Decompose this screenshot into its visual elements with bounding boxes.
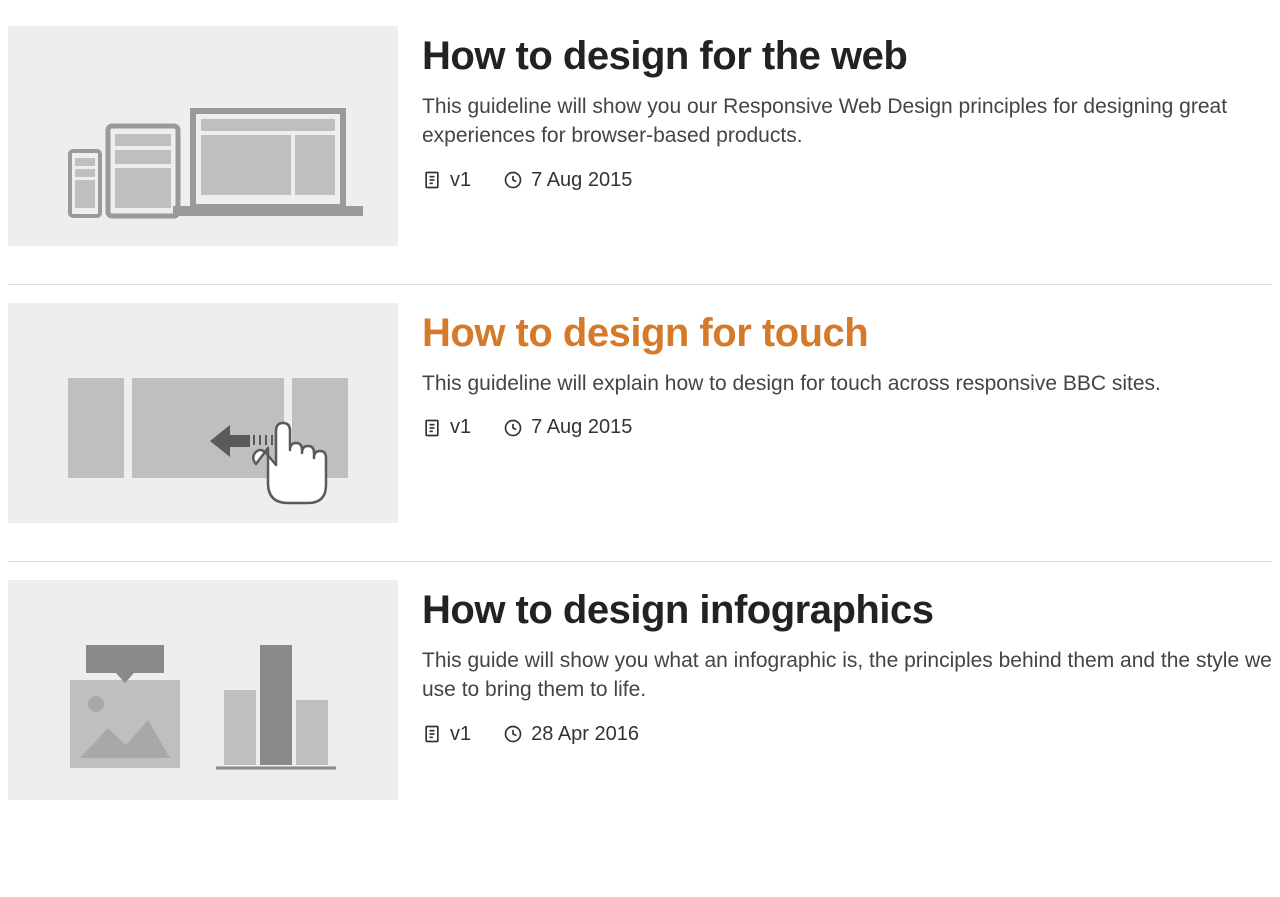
version-label: v1 xyxy=(450,723,471,746)
document-icon xyxy=(422,170,442,190)
document-icon xyxy=(422,724,442,744)
article-description: This guide will show you what an infogra… xyxy=(422,646,1272,705)
article-body: How to design for the web This guideline… xyxy=(422,26,1272,246)
clock-icon xyxy=(503,724,523,744)
clock-icon xyxy=(503,170,523,190)
article-list: How to design for the web This guideline… xyxy=(8,8,1272,838)
article-meta: v1 7 Aug 2015 xyxy=(422,416,1272,439)
date-label: 7 Aug 2015 xyxy=(531,169,632,192)
article-meta: v1 7 Aug 2015 xyxy=(422,169,1272,192)
article-title[interactable]: How to design for touch xyxy=(422,311,1272,355)
article-meta: v1 28 Apr 2016 xyxy=(422,723,1272,746)
date-meta: 7 Aug 2015 xyxy=(503,416,632,439)
article-title[interactable]: How to design for the web xyxy=(422,34,1272,78)
article-description: This guideline will explain how to desig… xyxy=(422,369,1272,398)
version-meta: v1 xyxy=(422,416,471,439)
clock-icon xyxy=(503,418,523,438)
version-meta: v1 xyxy=(422,723,471,746)
article-title[interactable]: How to design infographics xyxy=(422,588,1272,632)
date-label: 28 Apr 2016 xyxy=(531,723,639,746)
devices-icon xyxy=(8,26,398,246)
version-label: v1 xyxy=(450,169,471,192)
date-label: 7 Aug 2015 xyxy=(531,416,632,439)
infographic-icon xyxy=(8,580,398,800)
article-item: How to design for the web This guideline… xyxy=(8,8,1272,284)
article-body: How to design infographics This guide wi… xyxy=(422,580,1272,800)
version-meta: v1 xyxy=(422,169,471,192)
document-icon xyxy=(422,418,442,438)
article-body: How to design for touch This guideline w… xyxy=(422,303,1272,523)
date-meta: 28 Apr 2016 xyxy=(503,723,639,746)
date-meta: 7 Aug 2015 xyxy=(503,169,632,192)
article-item: How to design infographics This guide wi… xyxy=(8,561,1272,838)
article-description: This guideline will show you our Respons… xyxy=(422,92,1272,151)
touch-swipe-icon xyxy=(8,303,398,523)
version-label: v1 xyxy=(450,416,471,439)
article-item: How to design for touch This guideline w… xyxy=(8,284,1272,561)
